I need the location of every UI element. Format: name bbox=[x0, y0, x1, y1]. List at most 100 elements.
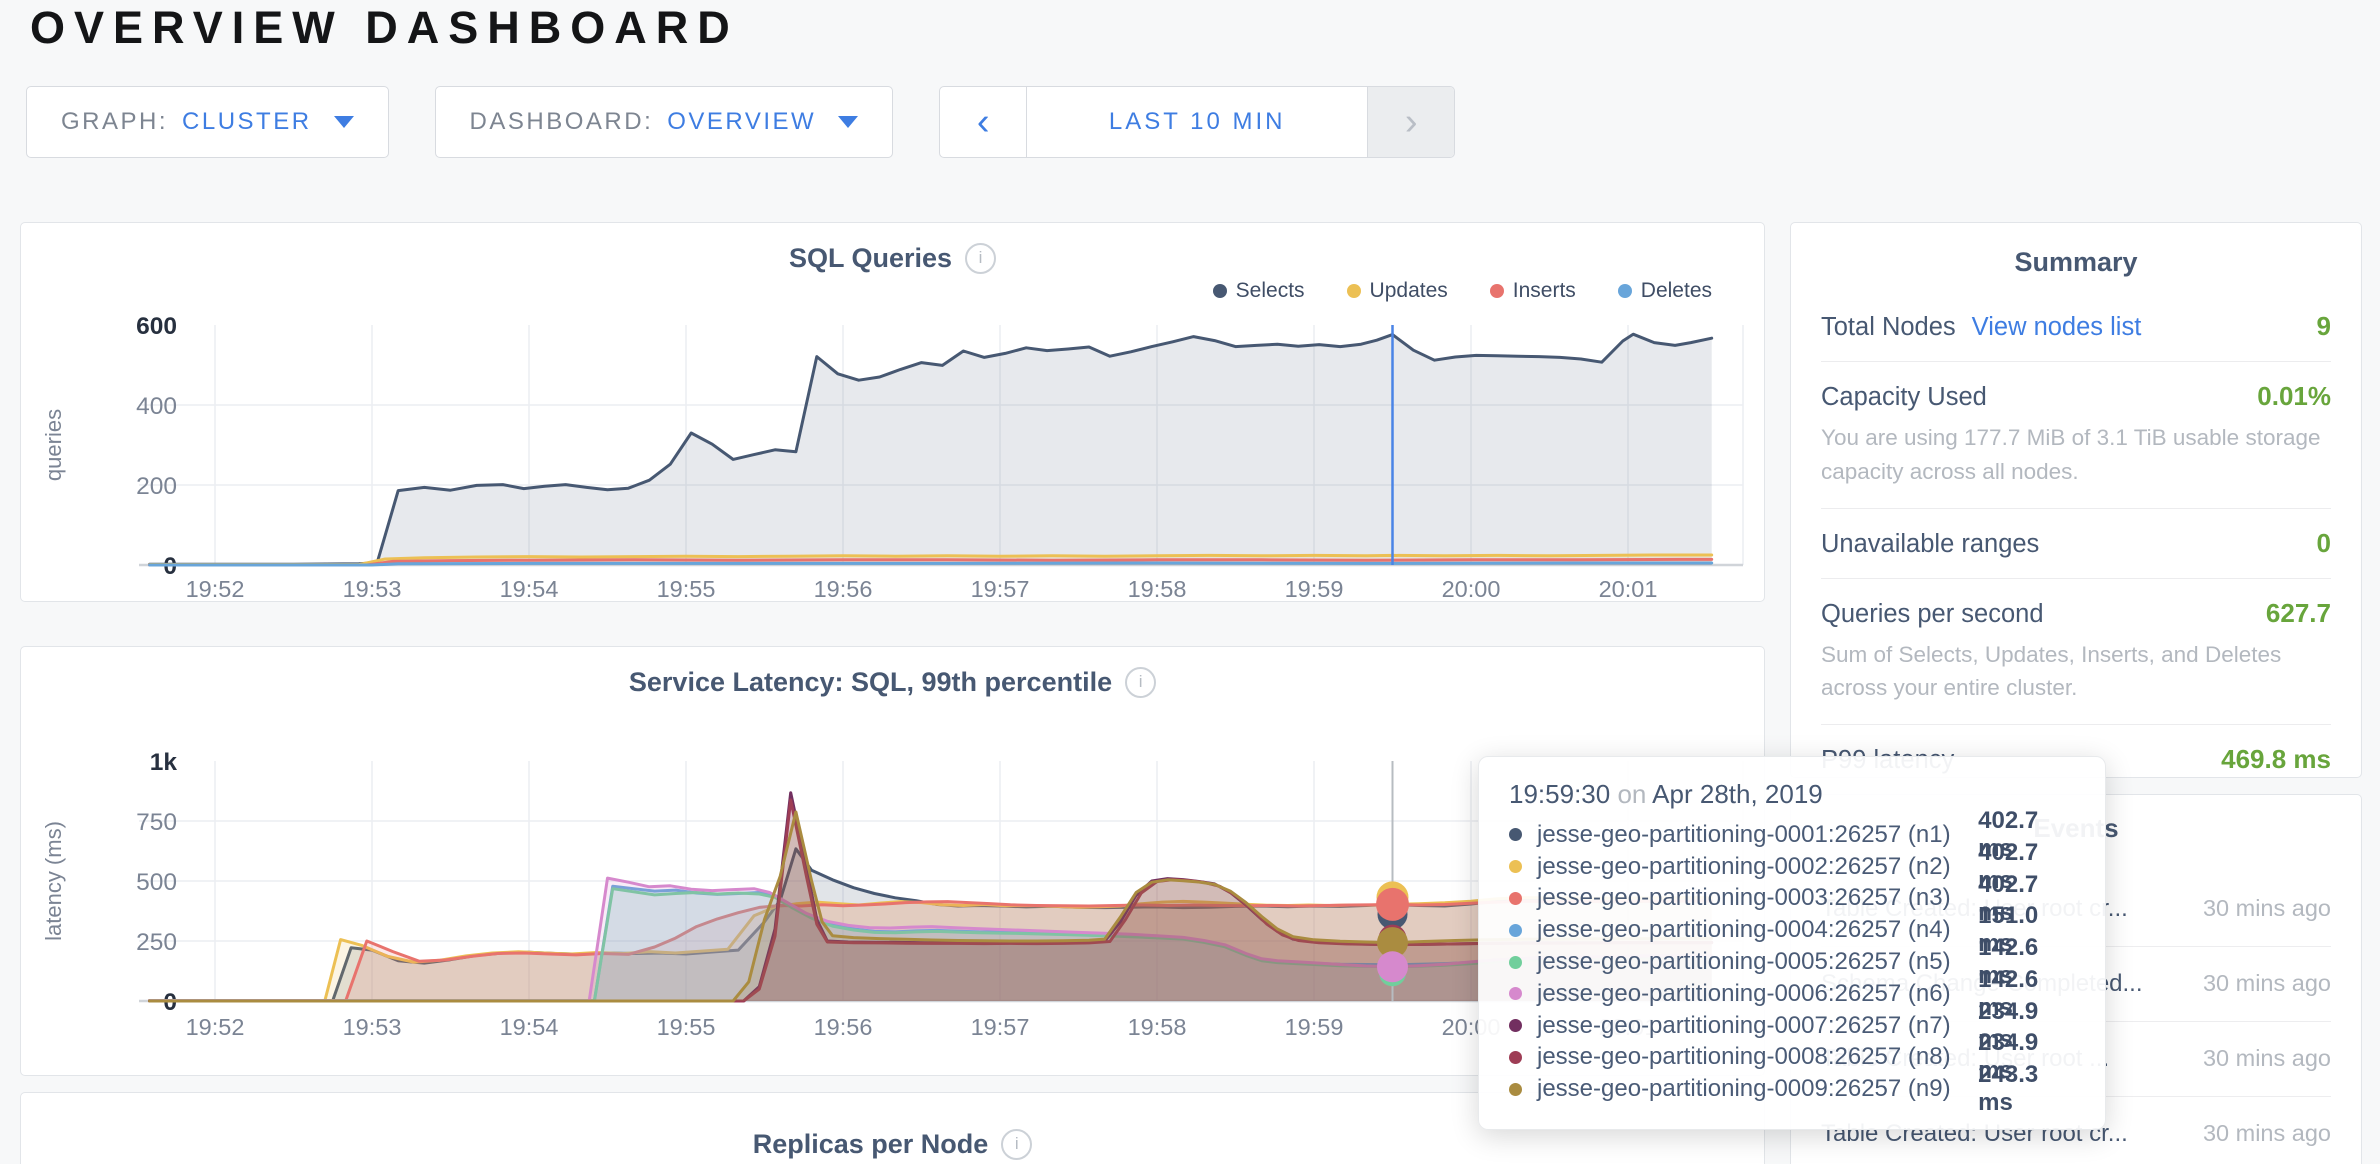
tooltip-row: jesse-geo-partitioning-0009:26257 (n9)24… bbox=[1509, 1073, 2075, 1105]
svg-text:19:52: 19:52 bbox=[186, 1014, 245, 1040]
svg-text:19:53: 19:53 bbox=[343, 1014, 402, 1040]
svg-text:600: 600 bbox=[136, 313, 177, 340]
legend-item-updates[interactable]: Updates bbox=[1347, 279, 1448, 303]
chevron-right-icon: › bbox=[1405, 101, 1418, 144]
summary-row-total-nodes: Total Nodes View nodes list 9 bbox=[1821, 292, 2331, 362]
graph-dropdown-label: GRAPH: bbox=[61, 108, 168, 136]
capacity-used-label: Capacity Used bbox=[1821, 383, 1987, 412]
svg-text:19:57: 19:57 bbox=[971, 576, 1030, 602]
svg-text:19:57: 19:57 bbox=[971, 1014, 1030, 1040]
unavailable-ranges-value: 0 bbox=[2317, 528, 2331, 559]
dashboard-dropdown[interactable]: DASHBOARD: OVERVIEW bbox=[435, 86, 894, 158]
svg-text:19:56: 19:56 bbox=[814, 576, 873, 602]
legend-item-deletes[interactable]: Deletes bbox=[1618, 279, 1712, 303]
page-title: OVERVIEW DASHBOARD bbox=[30, 2, 739, 54]
summary-row-qps: Queries per second 627.7 Sum of Selects,… bbox=[1821, 579, 2331, 726]
event-time: 30 mins ago bbox=[2199, 893, 2331, 924]
svg-text:19:58: 19:58 bbox=[1128, 1014, 1187, 1040]
series-dot-icon bbox=[1509, 924, 1522, 937]
series-dot-icon bbox=[1509, 1083, 1522, 1096]
sql-queries-title-row: SQL Queries i bbox=[21, 223, 1764, 275]
info-icon[interactable]: i bbox=[1001, 1129, 1032, 1160]
svg-text:19:52: 19:52 bbox=[186, 576, 245, 602]
time-range-selector: ‹ LAST 10 MIN › bbox=[939, 86, 1455, 158]
svg-text:1k: 1k bbox=[150, 749, 178, 776]
replicas-title: Replicas per Node bbox=[753, 1129, 989, 1160]
tooltip-time: 19:59:30 bbox=[1509, 779, 1610, 809]
tooltip-on: on bbox=[1617, 779, 1646, 809]
series-dot-icon bbox=[1509, 892, 1522, 905]
capacity-used-subtext: You are using 177.7 MiB of 3.1 TiB usabl… bbox=[1821, 421, 2331, 489]
svg-text:750: 750 bbox=[136, 809, 177, 836]
sql-queries-chart[interactable]: 600400200019:5219:5319:5419:5519:5619:57… bbox=[21, 305, 1763, 605]
chevron-down-icon bbox=[838, 116, 858, 128]
svg-text:500: 500 bbox=[136, 869, 177, 896]
series-dot-icon bbox=[1509, 828, 1522, 841]
event-time: 30 mins ago bbox=[2199, 1118, 2331, 1149]
summary-row-unavailable-ranges: Unavailable ranges 0 bbox=[1821, 509, 2331, 579]
unavailable-ranges-label: Unavailable ranges bbox=[1821, 530, 2039, 559]
chevron-left-icon: ‹ bbox=[977, 101, 990, 144]
svg-text:19:53: 19:53 bbox=[343, 576, 402, 602]
info-icon[interactable]: i bbox=[1125, 667, 1156, 698]
graph-dropdown[interactable]: GRAPH: CLUSTER bbox=[26, 86, 389, 158]
svg-text:20:00: 20:00 bbox=[1442, 576, 1501, 602]
total-nodes-label: Total Nodes bbox=[1821, 313, 1956, 342]
dashboard-dropdown-value: OVERVIEW bbox=[667, 108, 816, 136]
tooltip-node-name: jesse-geo-partitioning-0006:26257 (n6) bbox=[1537, 980, 1978, 1008]
svg-text:400: 400 bbox=[136, 393, 177, 420]
svg-text:19:56: 19:56 bbox=[814, 1014, 873, 1040]
legend-item-selects[interactable]: Selects bbox=[1213, 279, 1305, 303]
qps-value: 627.7 bbox=[2266, 598, 2331, 629]
service-latency-title-row: Service Latency: SQL, 99th percentile i bbox=[21, 647, 1764, 699]
chart-tooltip: 19:59:30 on Apr 28th, 2019 jesse-geo-par… bbox=[1478, 756, 2106, 1130]
series-dot-icon bbox=[1509, 987, 1522, 1000]
chevron-down-icon bbox=[334, 116, 354, 128]
svg-text:20:01: 20:01 bbox=[1599, 576, 1658, 602]
summary-row-capacity-used: Capacity Used 0.01% You are using 177.7 … bbox=[1821, 362, 2331, 509]
tooltip-node-name: jesse-geo-partitioning-0007:26257 (n7) bbox=[1537, 1012, 1978, 1040]
sql-queries-title: SQL Queries bbox=[789, 243, 952, 274]
svg-text:queries: queries bbox=[41, 409, 66, 481]
dashboard-dropdown-label: DASHBOARD: bbox=[470, 108, 654, 136]
sql-queries-legend: Selects Updates Inserts Deletes bbox=[21, 277, 1764, 305]
series-dot-icon bbox=[1509, 860, 1522, 873]
tooltip-node-name: jesse-geo-partitioning-0005:26257 (n5) bbox=[1537, 948, 1978, 976]
event-time: 30 mins ago bbox=[2199, 1043, 2331, 1074]
svg-text:19:54: 19:54 bbox=[500, 1014, 559, 1040]
legend-dot-icon bbox=[1490, 284, 1504, 298]
tooltip-node-value: 243.3 ms bbox=[1978, 1061, 2075, 1117]
total-nodes-value: 9 bbox=[2317, 311, 2331, 342]
tooltip-node-name: jesse-geo-partitioning-0009:26257 (n9) bbox=[1537, 1075, 1978, 1103]
svg-text:19:55: 19:55 bbox=[657, 1014, 716, 1040]
graph-dropdown-value: CLUSTER bbox=[182, 108, 312, 136]
svg-text:19:59: 19:59 bbox=[1285, 1014, 1344, 1040]
svg-text:19:58: 19:58 bbox=[1128, 576, 1187, 602]
qps-subtext: Sum of Selects, Updates, Inserts, and De… bbox=[1821, 638, 2331, 706]
view-nodes-list-link[interactable]: View nodes list bbox=[1972, 313, 2142, 342]
svg-text:200: 200 bbox=[136, 473, 177, 500]
summary-panel: Summary Total Nodes View nodes list 9 Ca… bbox=[1790, 222, 2362, 778]
svg-text:19:54: 19:54 bbox=[500, 576, 559, 602]
controls-bar: GRAPH: CLUSTER DASHBOARD: OVERVIEW ‹ LAS… bbox=[26, 86, 1455, 158]
time-next-button[interactable]: › bbox=[1367, 87, 1454, 157]
time-prev-button[interactable]: ‹ bbox=[940, 87, 1027, 157]
series-dot-icon bbox=[1509, 956, 1522, 969]
legend-item-inserts[interactable]: Inserts bbox=[1490, 279, 1576, 303]
tooltip-node-name: jesse-geo-partitioning-0002:26257 (n2) bbox=[1537, 853, 1978, 881]
time-range-value[interactable]: LAST 10 MIN bbox=[1027, 87, 1367, 157]
tooltip-node-name: jesse-geo-partitioning-0004:26257 (n4) bbox=[1537, 916, 1978, 944]
qps-label: Queries per second bbox=[1821, 600, 2044, 629]
tooltip-node-name: jesse-geo-partitioning-0003:26257 (n3) bbox=[1537, 884, 1978, 912]
series-dot-icon bbox=[1509, 1019, 1522, 1032]
legend-dot-icon bbox=[1213, 284, 1227, 298]
tooltip-rows: jesse-geo-partitioning-0001:26257 (n1)40… bbox=[1509, 819, 2075, 1105]
info-icon[interactable]: i bbox=[965, 243, 996, 274]
tooltip-node-name: jesse-geo-partitioning-0008:26257 (n8) bbox=[1537, 1043, 1978, 1071]
svg-text:latency (ms): latency (ms) bbox=[41, 821, 66, 941]
summary-title: Summary bbox=[1821, 247, 2331, 278]
svg-text:19:59: 19:59 bbox=[1285, 576, 1344, 602]
legend-dot-icon bbox=[1347, 284, 1361, 298]
p99-latency-value: 469.8 ms bbox=[2221, 744, 2331, 775]
series-dot-icon bbox=[1509, 1051, 1522, 1064]
